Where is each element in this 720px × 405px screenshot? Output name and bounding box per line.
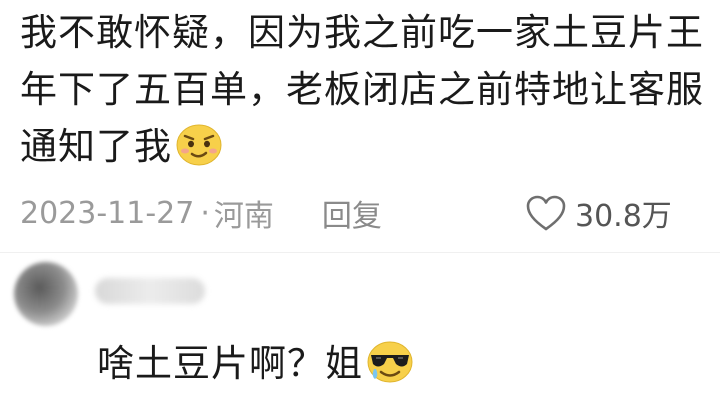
comment-text: 我不敢怀疑，因为我之前吃一家土豆片王 年下了五百单，老板闭店之前特地让客服 通知… bbox=[20, 4, 720, 175]
like-count: 30.8万 bbox=[575, 199, 672, 234]
comment-line-2: 年下了五百单，老板闭店之前特地让客服 bbox=[20, 68, 704, 111]
comment-line-1: 我不敢怀疑，因为我之前吃一家土豆片王 bbox=[20, 11, 704, 54]
reply-text: 啥土豆片啊？姐 bbox=[97, 342, 363, 385]
meta-separator: · bbox=[200, 195, 210, 231]
comment-date: 2023-11-27 bbox=[20, 195, 195, 231]
comment-line-3: 通知了我 bbox=[20, 118, 720, 175]
divider bbox=[0, 252, 720, 253]
heart-outline-icon bbox=[526, 195, 566, 231]
comment-line-3-text: 通知了我 bbox=[20, 125, 172, 168]
comment-location: 河南 bbox=[213, 199, 274, 234]
comment-meta: 2023-11-27 · 河南 回复 30.8万 bbox=[20, 188, 720, 238]
reply-username-blurred bbox=[95, 278, 205, 304]
reply-button[interactable]: 回复 bbox=[322, 191, 382, 235]
reply-comment: 啥土豆片啊？姐 bbox=[97, 338, 415, 397]
like-button[interactable]: 30.8万 bbox=[525, 188, 672, 238]
sunglasses-face-icon bbox=[365, 338, 415, 397]
reply-avatar[interactable] bbox=[14, 262, 78, 326]
smirk-face-icon bbox=[174, 121, 224, 183]
comment-thread: 我不敢怀疑，因为我之前吃一家土豆片王 年下了五百单，老板闭店之前特地让客服 通知… bbox=[0, 0, 720, 405]
